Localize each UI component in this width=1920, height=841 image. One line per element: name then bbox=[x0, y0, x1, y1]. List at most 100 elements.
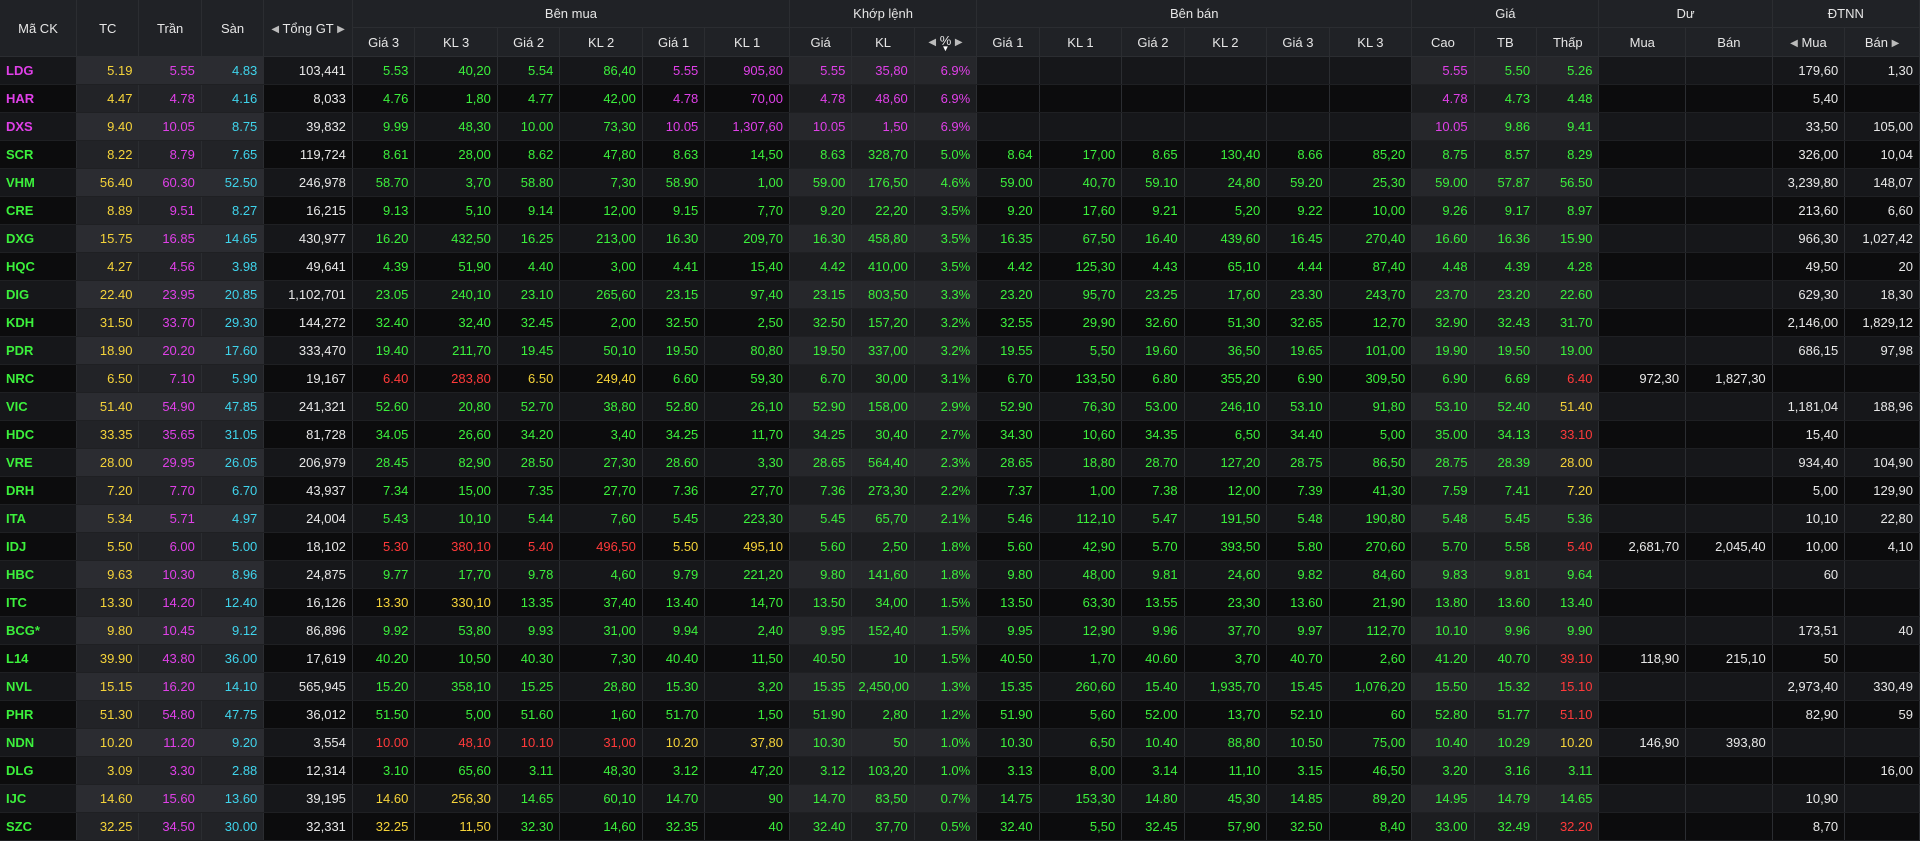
col-match-vol[interactable]: KL bbox=[851, 27, 915, 57]
table-row[interactable]: ITA 5.34 5.71 4.97 24,004 5.43 10,10 5.44 7,60 5.… bbox=[0, 504, 1920, 533]
stock-symbol[interactable]: NVL bbox=[0, 672, 78, 701]
table-row[interactable]: VHM 56.40 60.30 52.50 246,978 58.70 3,70 58.80 7… bbox=[0, 168, 1920, 197]
col-high[interactable]: Cao bbox=[1411, 27, 1475, 57]
col-match-price[interactable]: Giá bbox=[789, 27, 853, 57]
table-row[interactable]: SCR 8.22 8.79 7.65 119,724 8.61 28,00 8.62 47,80… bbox=[0, 140, 1920, 169]
remain-buy bbox=[1598, 672, 1687, 701]
bid1-vol: 1,307,60 bbox=[704, 112, 790, 141]
table-row[interactable]: ITC 13.30 14.20 12.40 16,126 13.30 330,10 13.35… bbox=[0, 588, 1920, 617]
col-avg[interactable]: TB bbox=[1474, 27, 1538, 57]
table-row[interactable]: BCG* 9.80 10.45 9.12 86,896 9.92 53,80 9.93 31,0… bbox=[0, 616, 1920, 645]
col-ask2-price[interactable]: Giá 2 bbox=[1121, 27, 1185, 57]
col-bid3-vol[interactable]: KL 3 bbox=[414, 27, 498, 57]
stock-symbol[interactable]: PDR bbox=[0, 336, 78, 365]
col-low[interactable]: Thấp bbox=[1536, 27, 1600, 57]
col-total-header[interactable]: ◀ Tổng GT ▶ bbox=[263, 0, 353, 57]
stock-symbol[interactable]: IDJ bbox=[0, 532, 78, 561]
table-row[interactable]: PDR 18.90 20.20 17.60 333,470 19.40 211,70 19.4… bbox=[0, 336, 1920, 365]
foreign-sell: 1,30 bbox=[1844, 56, 1920, 85]
total-value: 241,321 bbox=[263, 392, 353, 421]
col-remain-sell[interactable]: Bán bbox=[1685, 27, 1773, 57]
table-row[interactable]: NDN 10.20 11.20 9.20 3,554 10.00 48,10 10.10 31,… bbox=[0, 728, 1920, 757]
caret-right-icon[interactable]: ▶ bbox=[955, 37, 963, 48]
table-row[interactable]: DIG 22.40 23.95 20.85 1,102,701 23.05 240,10 23… bbox=[0, 280, 1920, 309]
col-ask1-vol[interactable]: KL 1 bbox=[1039, 27, 1123, 57]
table-row[interactable]: SZC 32.25 34.50 30.00 32,331 32.25 11,50 32.30 1… bbox=[0, 812, 1920, 841]
table-row[interactable]: KDH 31.50 33.70 29.30 144,272 32.40 32,40 32.45… bbox=[0, 308, 1920, 337]
stock-symbol[interactable]: CRE bbox=[0, 196, 78, 225]
table-row[interactable]: L14 39.90 43.80 36.00 17,619 40.20 10,50 40.30 7… bbox=[0, 644, 1920, 673]
match-pct: 1.5% bbox=[914, 588, 978, 617]
stock-symbol[interactable]: NRC bbox=[0, 364, 78, 393]
stock-symbol[interactable]: SCR bbox=[0, 140, 78, 169]
table-row[interactable]: PHR 51.30 54.80 47.75 36,012 51.50 5,00 51.60 1,… bbox=[0, 700, 1920, 729]
stock-symbol[interactable]: PHR bbox=[0, 700, 78, 729]
col-match-pct[interactable]: ◀ % ▼ ▶ bbox=[914, 27, 978, 57]
bid3-price: 6.40 bbox=[352, 364, 416, 393]
table-row[interactable]: HDC 33.35 35.65 31.05 81,728 34.05 26,60 34.20 3… bbox=[0, 420, 1920, 449]
table-row[interactable]: DRH 7.20 7.70 6.70 43,937 7.34 15,00 7.35 27,70 7… bbox=[0, 476, 1920, 505]
stock-symbol[interactable]: VHM bbox=[0, 168, 78, 197]
ask3-price: 59.20 bbox=[1266, 168, 1330, 197]
stock-symbol[interactable]: SZC bbox=[0, 812, 78, 841]
col-ask2-vol[interactable]: KL 2 bbox=[1184, 27, 1268, 57]
table-row[interactable]: VIC 51.40 54.90 47.85 241,321 52.60 20,80 52.70… bbox=[0, 392, 1920, 421]
table-row[interactable]: HQC 4.27 4.56 3.98 49,641 4.39 51,90 4.40 3,00 4.… bbox=[0, 252, 1920, 281]
table-row[interactable]: HBC 9.63 10.30 8.96 24,875 9.77 17,70 9.78 4,60 9… bbox=[0, 560, 1920, 589]
table-row[interactable]: NRC 6.50 7.10 5.90 19,167 6.40 283,80 6.50 249,4… bbox=[0, 364, 1920, 393]
stock-symbol[interactable]: DXS bbox=[0, 112, 78, 141]
ceiling-price: 54.80 bbox=[138, 700, 202, 729]
stock-symbol[interactable]: DRH bbox=[0, 476, 78, 505]
caret-left-icon[interactable]: ◀ bbox=[928, 37, 936, 48]
col-bid1-price[interactable]: Giá 1 bbox=[642, 27, 706, 57]
table-row[interactable]: NVL 15.15 16.20 14.10 565,945 15.20 358,10 15.2… bbox=[0, 672, 1920, 701]
stock-symbol[interactable]: HBC bbox=[0, 560, 78, 589]
col-ask1-price[interactable]: Giá 1 bbox=[976, 27, 1040, 57]
table-row[interactable]: DXS 9.40 10.05 8.75 39,832 9.99 48,30 10.00 73,3… bbox=[0, 112, 1920, 141]
stock-symbol[interactable]: HDC bbox=[0, 420, 78, 449]
col-ask3-vol[interactable]: KL 3 bbox=[1329, 27, 1413, 57]
stock-symbol[interactable]: ITC bbox=[0, 588, 78, 617]
stock-symbol[interactable]: DIG bbox=[0, 280, 78, 309]
table-row[interactable]: DLG 3.09 3.30 2.88 12,314 3.10 65,60 3.11 48,30 3… bbox=[0, 756, 1920, 785]
stock-symbol[interactable]: HQC bbox=[0, 252, 78, 281]
ask2-vol: 51,30 bbox=[1184, 308, 1268, 337]
stock-symbol[interactable]: DXG bbox=[0, 224, 78, 253]
col-symbol-header[interactable]: Mã CK bbox=[0, 0, 78, 57]
stock-symbol[interactable]: VRE bbox=[0, 448, 78, 477]
table-row[interactable]: CRE 8.89 9.51 8.27 16,215 9.13 5,10 9.14 12,00 9.… bbox=[0, 196, 1920, 225]
stock-symbol[interactable]: HAR bbox=[0, 84, 78, 113]
col-bid2-price[interactable]: Giá 2 bbox=[497, 27, 561, 57]
table-row[interactable]: VRE 28.00 29.95 26.05 206,979 28.45 82,90 28.50… bbox=[0, 448, 1920, 477]
stock-symbol[interactable]: NDN bbox=[0, 728, 78, 757]
bid3-price: 51.50 bbox=[352, 700, 416, 729]
col-bid2-vol[interactable]: KL 2 bbox=[559, 27, 643, 57]
caret-right-icon[interactable]: ▶ bbox=[1892, 38, 1900, 49]
caret-right-icon[interactable]: ▶ bbox=[337, 24, 345, 35]
col-ask3-price[interactable]: Giá 3 bbox=[1266, 27, 1330, 57]
col-bid3-price[interactable]: Giá 3 bbox=[352, 27, 416, 57]
caret-left-icon[interactable]: ◀ bbox=[271, 24, 279, 35]
col-foreign-sell[interactable]: Bán ▶ bbox=[1844, 27, 1920, 57]
table-row[interactable]: DXG 15.75 16.85 14.65 430,977 16.20 432,50 16.2… bbox=[0, 224, 1920, 253]
col-foreign-buy[interactable]: ◀ Mua bbox=[1772, 27, 1846, 57]
col-ceil-header[interactable]: Trần bbox=[138, 0, 202, 57]
stock-symbol[interactable]: ITA bbox=[0, 504, 78, 533]
table-row[interactable]: LDG 5.19 5.55 4.83 103,441 5.53 40,20 5.54 86,40… bbox=[0, 56, 1920, 85]
table-row[interactable]: IJC 14.60 15.60 13.60 39,195 14.60 256,30 14.65… bbox=[0, 784, 1920, 813]
col-floor-header[interactable]: Sàn bbox=[201, 0, 265, 57]
col-ref-header[interactable]: TC bbox=[76, 0, 140, 57]
stock-symbol[interactable]: DLG bbox=[0, 756, 78, 785]
col-remain-buy[interactable]: Mua bbox=[1598, 27, 1687, 57]
col-bid1-vol[interactable]: KL 1 bbox=[704, 27, 790, 57]
table-row[interactable]: IDJ 5.50 6.00 5.00 18,102 5.30 380,10 5.40 496,5… bbox=[0, 532, 1920, 561]
stock-symbol[interactable]: KDH bbox=[0, 308, 78, 337]
stock-symbol[interactable]: VIC bbox=[0, 392, 78, 421]
stock-symbol[interactable]: IJC bbox=[0, 784, 78, 813]
stock-symbol[interactable]: BCG* bbox=[0, 616, 78, 645]
table-row[interactable]: HAR 4.47 4.78 4.16 8,033 4.76 1,80 4.77 42,00 4.7… bbox=[0, 84, 1920, 113]
caret-left-icon[interactable]: ◀ bbox=[1790, 38, 1798, 49]
total-value: 8,033 bbox=[263, 84, 353, 113]
stock-symbol[interactable]: LDG bbox=[0, 56, 78, 85]
stock-symbol[interactable]: L14 bbox=[0, 644, 78, 673]
